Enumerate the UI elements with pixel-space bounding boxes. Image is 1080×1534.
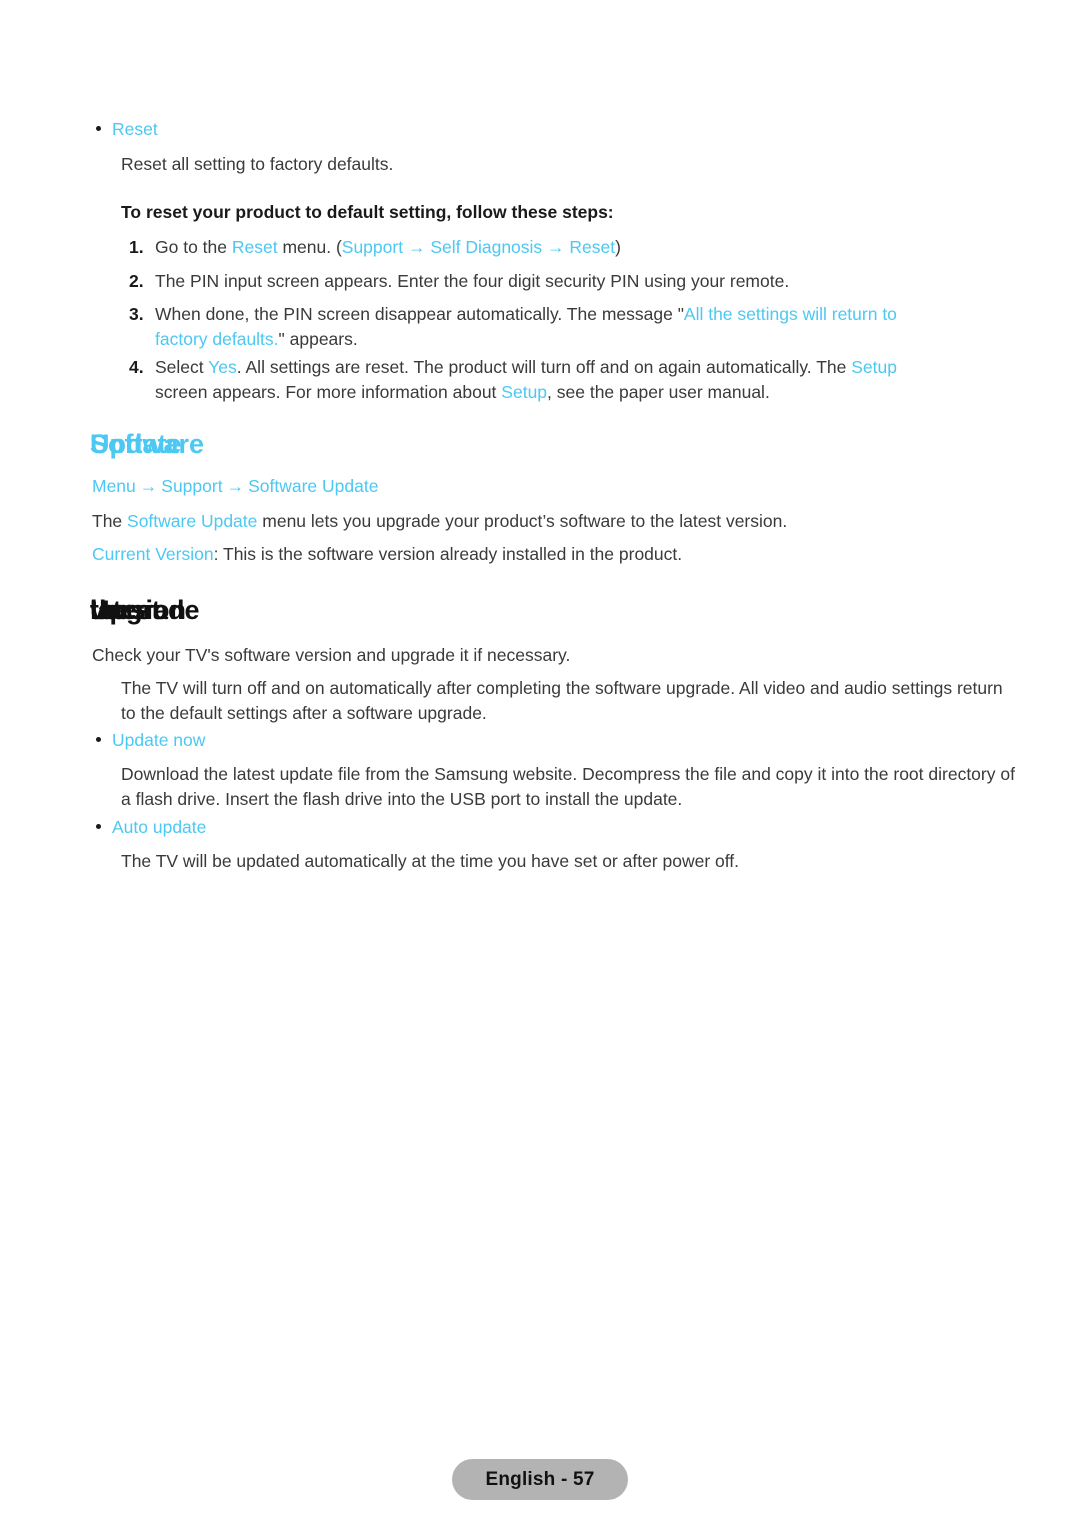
highlighted-term: Current Version (92, 544, 214, 564)
reset-step-2: 2. The PIN input screen appears. Enter t… (129, 269, 1019, 294)
highlighted-term: → (542, 237, 570, 257)
heading-word-layer: version (90, 595, 187, 625)
highlighted-term: → (403, 237, 431, 257)
page-footer-badge: English - 57 (452, 1459, 628, 1500)
breadcrumb-arrow-icon: → (139, 476, 158, 496)
bullet-label-auto-update: Auto update (112, 817, 207, 837)
highlighted-term: Setup (501, 381, 548, 402)
bullet-label-reset: Reset (112, 119, 158, 139)
plain-text-run: . All settings are reset. The product wi… (236, 357, 852, 377)
manual-page: Reset Reset all setting to factory defau… (0, 0, 1080, 1534)
plain-text-run: , see the paper user manual. (547, 381, 770, 402)
highlighted-term: Yes (208, 357, 237, 377)
highlighted-term: Reset (231, 237, 278, 257)
reset-step-4: 4. Select Yes. All settings are reset. T… (129, 355, 944, 405)
breadcrumb-item: Software Update (248, 476, 379, 496)
breadcrumb-arrow-icon: → (226, 476, 245, 496)
plain-text-run: When done, the PIN screen disappear auto… (155, 304, 684, 324)
bullet-dot-icon (96, 126, 101, 131)
update-now-description: Download the latest update file from the… (121, 764, 1015, 809)
upgrade-intro: Check your TV's software version and upg… (92, 645, 571, 665)
step-text: The PIN input screen appears. Enter the … (155, 269, 789, 294)
step-text: Select Yes. All settings are reset. The … (155, 355, 944, 405)
reset-instructions-heading: To reset your product to default setting… (121, 202, 614, 222)
plain-text-run: Select (155, 357, 209, 377)
highlighted-term: Reset (569, 237, 616, 257)
plain-text-run: menu. ( (277, 237, 342, 257)
plain-text-run: Go to the (155, 237, 232, 257)
highlighted-term: Software Update (127, 511, 258, 531)
step-number: 4. (129, 357, 144, 377)
highlighted-term: Self Diagnosis (430, 237, 543, 257)
reset-step-3: 3. When done, the PIN screen disappear a… (129, 302, 934, 352)
step-number: 1. (129, 237, 144, 257)
bullet-dot-icon (96, 824, 101, 829)
step-text: When done, the PIN screen disappear auto… (155, 302, 934, 352)
plain-text-run: ) (615, 237, 621, 257)
software-update-heading: Software Update (90, 424, 290, 464)
bullet-item-update-now: Update now (96, 728, 696, 753)
step-text: Go to the Reset menu. (Support → Self Di… (155, 235, 621, 260)
step-number: 2. (129, 271, 144, 291)
software-update-intro: The Software Update menu lets you upgrad… (92, 509, 992, 534)
highlighted-term: Support (341, 237, 404, 257)
plain-text-run: screen appears. For more information abo… (155, 381, 502, 402)
breadcrumb-item: Support (161, 476, 223, 496)
plain-text-run: The PIN input screen appears. Enter the … (155, 271, 790, 291)
bullet-item-auto-update: Auto update (96, 815, 696, 840)
plain-text-run: : This is the software version already i… (213, 544, 683, 564)
plain-text-run: " appears. (278, 328, 358, 349)
auto-update-description: The TV will be updated automatically at … (121, 851, 740, 871)
bullet-dot-icon (96, 737, 101, 742)
upgrade-latest-version-heading: Upgrade to the latest version (90, 590, 390, 630)
bullet-item-reset: Reset (96, 117, 696, 142)
plain-text-run: The (92, 511, 128, 531)
reset-step-1: 1. Go to the Reset menu. (Support → Self… (129, 235, 1019, 260)
plain-text-run: menu lets you upgrade your product’s sof… (257, 511, 788, 531)
bullet-label-update-now: Update now (112, 730, 206, 750)
breadcrumb-software-update: Menu → Support → Software Update (92, 474, 378, 499)
heading-word-layer: Update (90, 429, 182, 459)
upgrade-note: The TV will turn off and on automaticall… (121, 678, 1003, 723)
step-number: 3. (129, 304, 144, 324)
highlighted-term: Setup (851, 357, 897, 377)
current-version-line: Current Version: This is the software ve… (92, 542, 992, 567)
breadcrumb-item: Menu (92, 476, 136, 496)
reset-description: Reset all setting to factory defaults. (121, 154, 394, 174)
